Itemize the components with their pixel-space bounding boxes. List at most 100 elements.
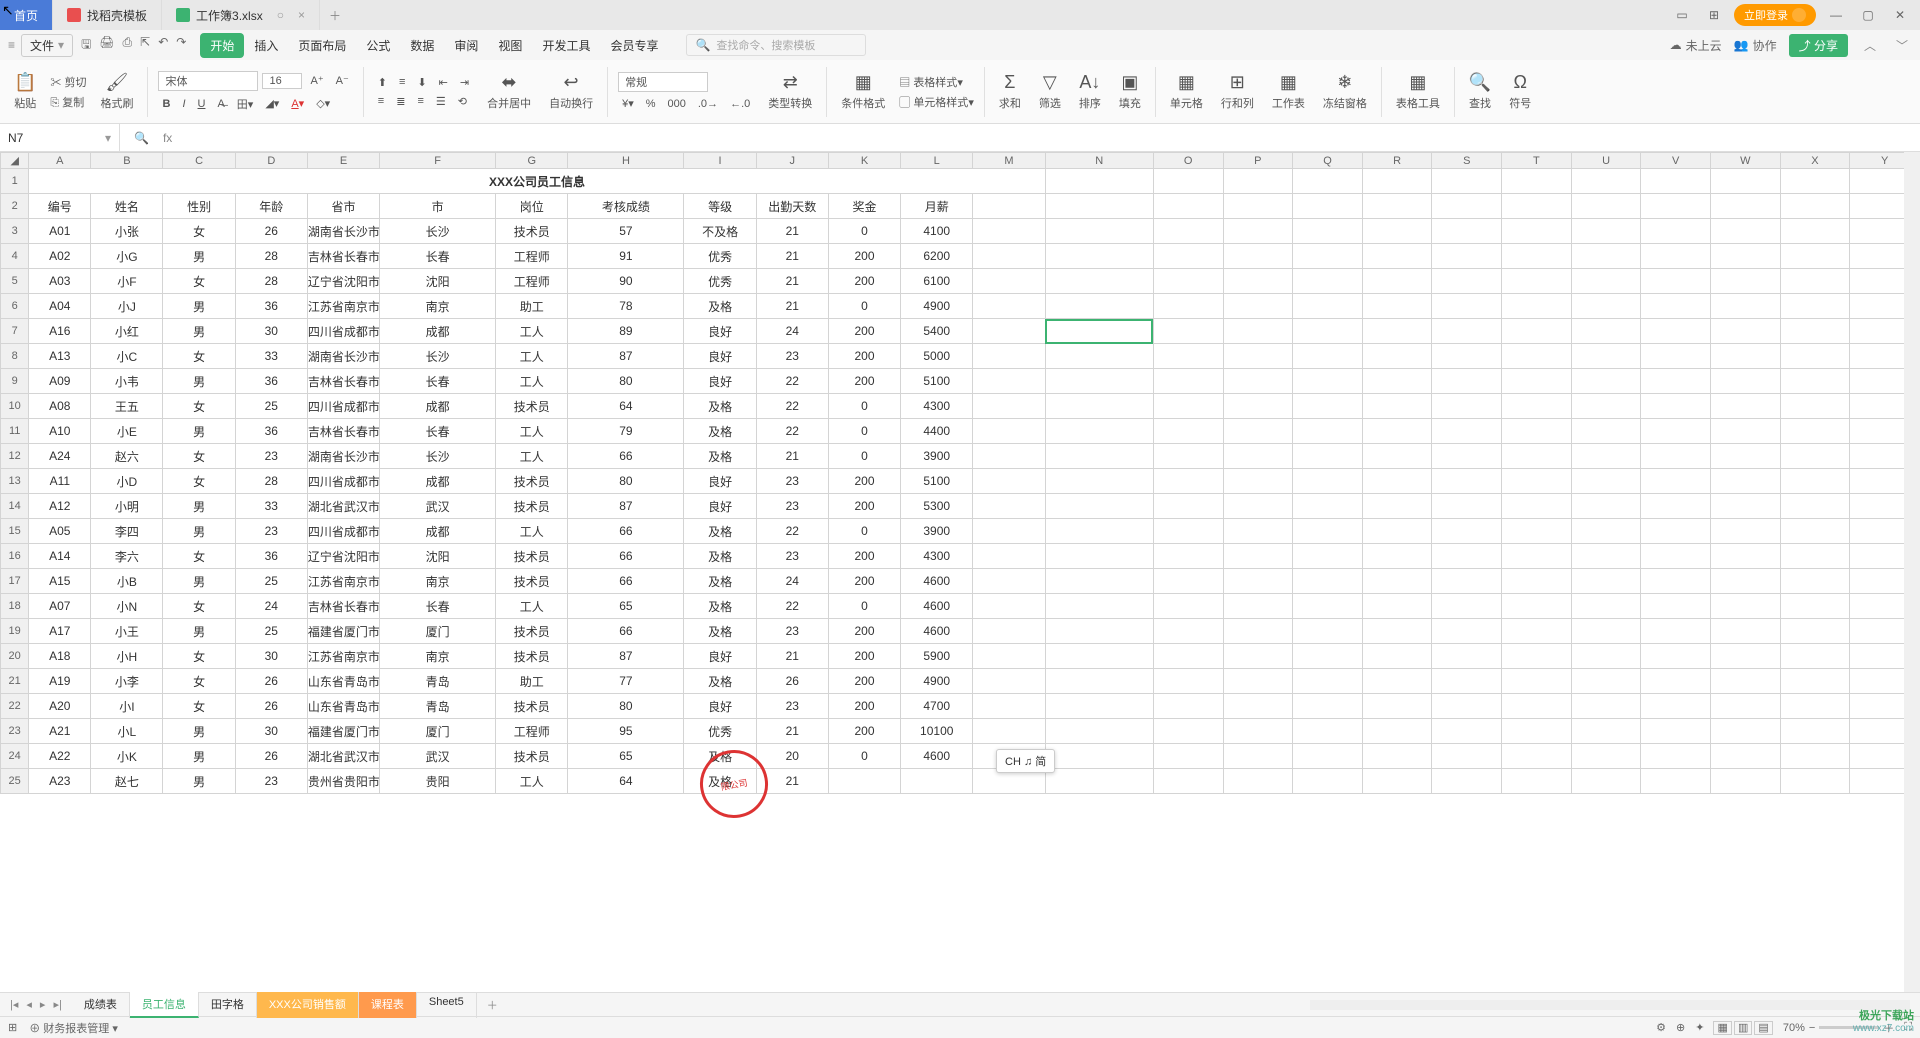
cell-X25[interactable]	[1780, 769, 1850, 794]
cell-I8[interactable]: 良好	[684, 344, 756, 369]
cell-N5[interactable]	[1045, 269, 1153, 294]
font-color-button[interactable]: A▾	[287, 96, 308, 111]
freeze-panes-button[interactable]: ❄冻结窗格	[1319, 72, 1371, 111]
header-cell[interactable]: 等级	[684, 194, 756, 219]
row-header-1[interactable]: 1	[1, 169, 29, 194]
cell-E23[interactable]: 福建省厦门市	[307, 719, 379, 744]
cell-D23[interactable]: 30	[235, 719, 307, 744]
cell-Q14[interactable]	[1293, 494, 1363, 519]
mode-button[interactable]: ⊞	[8, 1021, 17, 1034]
cell-B13[interactable]: 小D	[91, 469, 163, 494]
cell-K18[interactable]: 0	[828, 594, 900, 619]
cell-U14[interactable]	[1571, 494, 1641, 519]
cell-B5[interactable]: 小F	[91, 269, 163, 294]
finance-template-button[interactable]: ⊕ 财务报表管理 ▾	[29, 1020, 118, 1036]
col-header-V[interactable]: V	[1641, 153, 1711, 169]
cell-Q17[interactable]	[1293, 569, 1363, 594]
cell-S14[interactable]	[1432, 494, 1502, 519]
cell-K9[interactable]: 200	[828, 369, 900, 394]
col-header-R[interactable]: R	[1362, 153, 1432, 169]
cell-S11[interactable]	[1432, 419, 1502, 444]
indent-decrease-icon[interactable]: ⇤	[435, 75, 452, 90]
cell-D8[interactable]: 33	[235, 344, 307, 369]
cell-L23[interactable]: 10100	[901, 719, 973, 744]
increase-decimal-icon[interactable]: .0→	[694, 97, 722, 111]
cell-J11[interactable]: 22	[756, 419, 828, 444]
cell-H17[interactable]: 66	[568, 569, 684, 594]
normal-view-button[interactable]: ▦	[1713, 1021, 1731, 1035]
cell-T23[interactable]	[1502, 719, 1572, 744]
row-header-20[interactable]: 20	[1, 644, 29, 669]
cell-O9[interactable]	[1153, 369, 1223, 394]
cell-A20[interactable]: A18	[29, 644, 91, 669]
cell-H7[interactable]: 89	[568, 319, 684, 344]
cell-M11[interactable]	[973, 419, 1045, 444]
cell-V9[interactable]	[1641, 369, 1711, 394]
cell-W24[interactable]	[1711, 744, 1781, 769]
cell-O14[interactable]	[1153, 494, 1223, 519]
align-right-icon[interactable]: ≡	[413, 94, 427, 108]
find-button[interactable]: 🔍查找	[1465, 72, 1495, 111]
strike-button[interactable]: A̶	[213, 97, 228, 111]
cell-B21[interactable]: 小李	[91, 669, 163, 694]
cell-J6[interactable]: 21	[756, 294, 828, 319]
cell-L12[interactable]: 3900	[901, 444, 973, 469]
ribbon-tab-6[interactable]: 视图	[488, 33, 532, 58]
cell-G17[interactable]: 技术员	[496, 569, 568, 594]
login-button[interactable]: 立即登录	[1734, 4, 1816, 26]
cell-Q24[interactable]	[1293, 744, 1363, 769]
cell-I5[interactable]: 优秀	[684, 269, 756, 294]
cell-V18[interactable]	[1641, 594, 1711, 619]
cell-B6[interactable]: 小J	[91, 294, 163, 319]
fx-icon[interactable]: fx	[163, 131, 172, 145]
ribbon-tab-1[interactable]: 插入	[244, 33, 288, 58]
sheet-tab-0[interactable]: 成绩表	[72, 992, 130, 1018]
underline-button[interactable]: U	[194, 97, 210, 111]
cell-F18[interactable]: 长春	[380, 594, 496, 619]
cell-V22[interactable]	[1641, 694, 1711, 719]
cell-W18[interactable]	[1711, 594, 1781, 619]
cell-E9[interactable]: 吉林省长春市	[307, 369, 379, 394]
cell-W17[interactable]	[1711, 569, 1781, 594]
cell-empty[interactable]	[1502, 169, 1572, 194]
symbol-button[interactable]: Ω符号	[1505, 72, 1535, 111]
cell-X19[interactable]	[1780, 619, 1850, 644]
cell-P17[interactable]	[1223, 569, 1293, 594]
cell-H8[interactable]: 87	[568, 344, 684, 369]
cell-W14[interactable]	[1711, 494, 1781, 519]
cell-Q6[interactable]	[1293, 294, 1363, 319]
cell-Q4[interactable]	[1293, 244, 1363, 269]
cell-H14[interactable]: 87	[568, 494, 684, 519]
format-painter-button[interactable]: 🖌格式刷	[96, 72, 137, 111]
cell-V5[interactable]	[1641, 269, 1711, 294]
cell-G14[interactable]: 技术员	[496, 494, 568, 519]
cell-N8[interactable]	[1045, 344, 1153, 369]
cell-empty[interactable]	[1432, 169, 1502, 194]
cell-R23[interactable]	[1362, 719, 1432, 744]
header-cell[interactable]: 出勤天数	[756, 194, 828, 219]
cell-B4[interactable]: 小G	[91, 244, 163, 269]
cell-N16[interactable]	[1045, 544, 1153, 569]
cell-T24[interactable]	[1502, 744, 1572, 769]
cell-U15[interactable]	[1571, 519, 1641, 544]
cell-D9[interactable]: 36	[235, 369, 307, 394]
comma-icon[interactable]: 000	[664, 97, 690, 111]
cell-G7[interactable]: 工人	[496, 319, 568, 344]
header-cell[interactable]: 月薪	[901, 194, 973, 219]
cell-I7[interactable]: 良好	[684, 319, 756, 344]
cells-button[interactable]: ▦单元格	[1166, 72, 1207, 111]
cell-empty[interactable]	[1362, 194, 1432, 219]
cell-E7[interactable]: 四川省成都市	[307, 319, 379, 344]
cell-H15[interactable]: 66	[568, 519, 684, 544]
type-convert-button[interactable]: ⇄类型转换	[764, 72, 816, 111]
cell-D11[interactable]: 36	[235, 419, 307, 444]
cell-I12[interactable]: 及格	[684, 444, 756, 469]
cell-B20[interactable]: 小H	[91, 644, 163, 669]
cell-V12[interactable]	[1641, 444, 1711, 469]
cell-E11[interactable]: 吉林省长春市	[307, 419, 379, 444]
cell-L9[interactable]: 5100	[901, 369, 973, 394]
cell-empty[interactable]	[1502, 194, 1572, 219]
cell-C20[interactable]: 女	[163, 644, 235, 669]
cell-F17[interactable]: 南京	[380, 569, 496, 594]
cell-K24[interactable]: 0	[828, 744, 900, 769]
